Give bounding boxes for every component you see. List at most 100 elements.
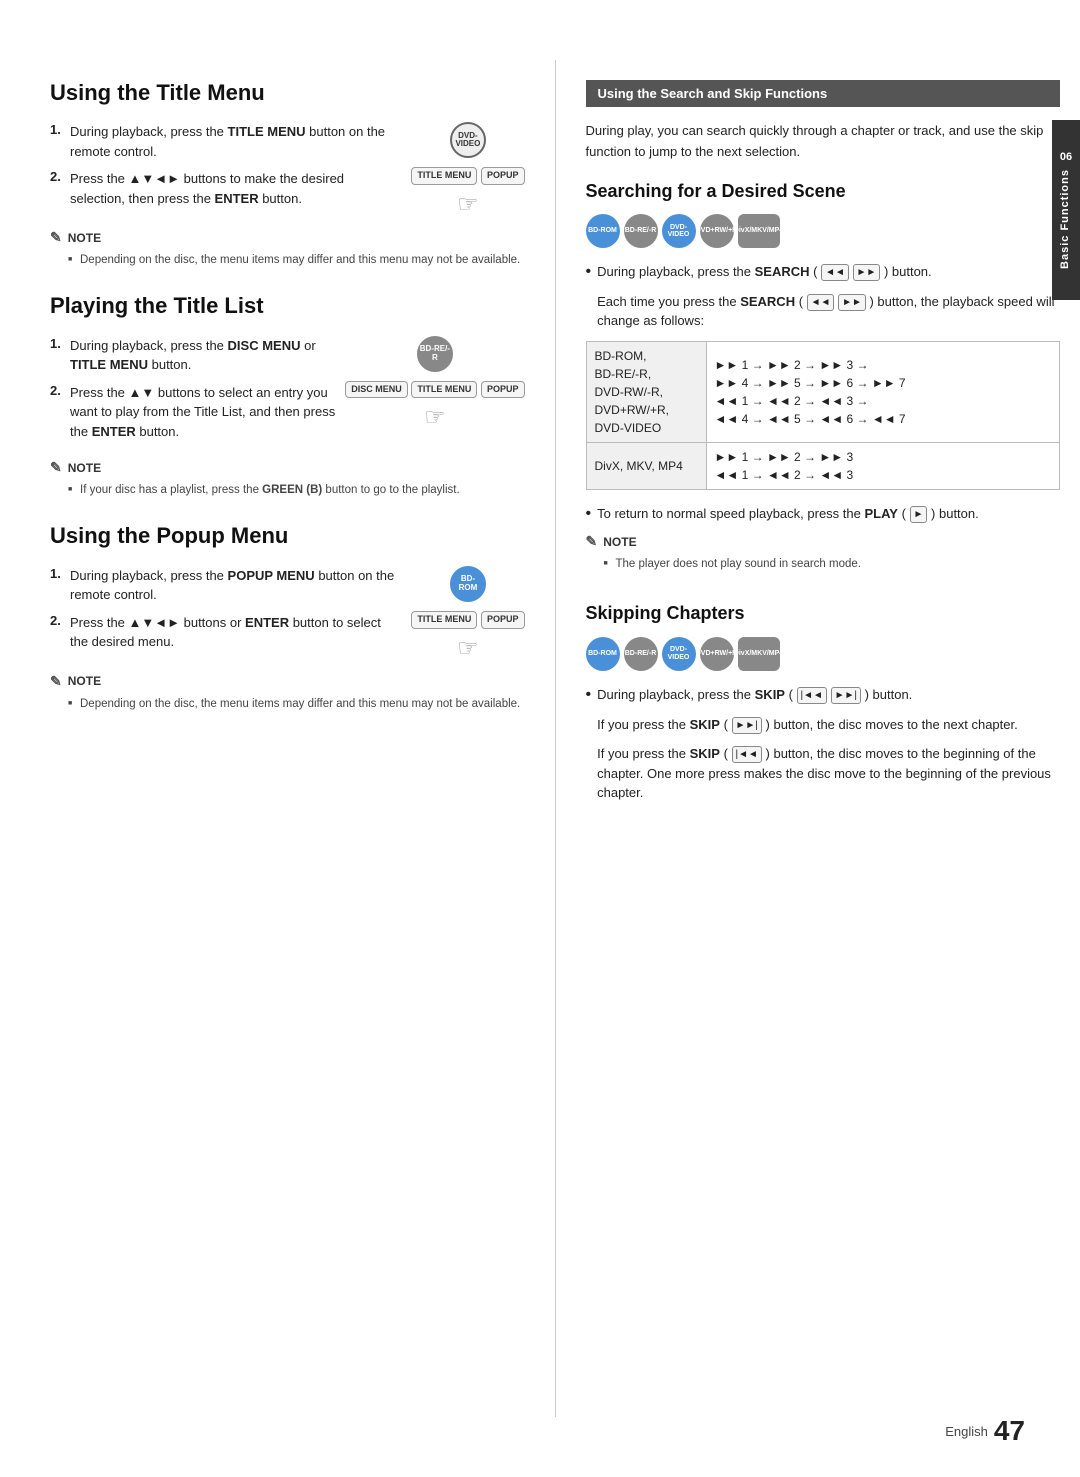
ffwd-btn2: ►► — [838, 294, 866, 311]
skip-back-btn2: |◄◄ — [732, 746, 762, 763]
title-list-steps: 1. During playback, press the DISC MENU … — [50, 336, 525, 450]
title-list-remote-img: BD-RE/-R DISC MENU TITLE MENU POPUP ☞ — [345, 336, 524, 450]
remote-hand-icon3: ☞ — [457, 634, 479, 663]
disc-label2: DivX, MKV, MP4 — [586, 442, 706, 489]
note-item3: Depending on the disc, the menu items ma… — [70, 696, 525, 713]
bd-rom-btn: BD-ROM — [450, 566, 486, 602]
title-menu-steps: 1. During playback, press the TITLE MENU… — [50, 122, 525, 219]
title-list-steps-text: 1. During playback, press the DISC MENU … — [50, 336, 335, 450]
popup-menu-note: ✎ NOTE Depending on the disc, the menu i… — [50, 673, 525, 713]
disc-menu-btn: DISC MENU — [345, 381, 408, 399]
search-bullet2: • Each time you press the SEARCH ( ◄◄ ►►… — [586, 292, 1061, 331]
note-title-text3: NOTE — [68, 674, 101, 688]
remote-hand-icon: ☞ — [457, 190, 479, 219]
title-list-note: ✎ NOTE If your disc has a playlist, pres… — [50, 459, 525, 499]
note-title-text: NOTE — [68, 231, 101, 245]
language-label: English — [945, 1424, 988, 1439]
note-list4: The player does not play sound in search… — [586, 556, 1061, 573]
note-item: Depending on the disc, the menu items ma… — [70, 252, 525, 269]
note-list2: If your disc has a playlist, press the G… — [50, 482, 525, 499]
skip-text2: If you press the SKIP ( ►►| ) button, th… — [597, 715, 1060, 735]
note-label2: ✎ NOTE — [50, 459, 525, 476]
title-menu-step1: 1. During playback, press the TITLE MENU… — [50, 122, 401, 161]
section-search: Searching for a Desired Scene BD-ROM BD-… — [586, 181, 1061, 574]
bd-re-r-btn: BD-RE/-R — [417, 336, 453, 372]
left-column: Using the Title Menu 1. During playback,… — [50, 60, 556, 1417]
ffwd-btn: ►► — [853, 264, 881, 281]
popup-menu-step1: 1. During playback, press the POPUP MENU… — [50, 566, 401, 605]
section-skip: Skipping Chapters BD-ROM BD-RE/-R DVD-VI… — [586, 603, 1061, 802]
right-column: Using the Search and Skip Functions Duri… — [556, 60, 1061, 1417]
skip-bullet2: • If you press the SKIP ( ►►| ) button, … — [586, 715, 1061, 735]
skip-back-btn: |◄◄ — [797, 687, 827, 704]
disc-dvdvideo: DVD-VIDEO — [662, 214, 696, 248]
step2-text: Press the ▲▼◄► buttons or ENTER button t… — [70, 613, 401, 652]
note-label4: ✎ NOTE — [586, 533, 1061, 550]
skip-text3: If you press the SKIP ( |◄◄ ) button, th… — [597, 744, 1060, 803]
chapter-tab: 06 Basic Functions — [1052, 120, 1080, 300]
step1-text: During playback, press the DISC MENU or … — [70, 336, 335, 375]
step1-num: 1. — [50, 122, 64, 161]
step1-num: 1. — [50, 566, 64, 605]
step2-num: 2. — [50, 169, 64, 208]
search-skip-header: Using the Search and Skip Functions — [586, 80, 1061, 107]
title-menu-btn2: TITLE MENU — [411, 381, 477, 399]
popup-menu-steps: 1. During playback, press the POPUP MENU… — [50, 566, 525, 663]
search-disc-icons: BD-ROM BD-RE/-R DVD-VIDEO DVD+RW/+R DivX… — [586, 214, 1061, 248]
table-row2: DivX, MKV, MP4 ►► 1 → ►► 2 → ►► 3 ◄◄ 1 →… — [586, 442, 1060, 489]
bullet-text1: During playback, press the SEARCH ( ◄◄ ►… — [597, 262, 1060, 282]
step2-text: Press the ▲▼ buttons to select an entry … — [70, 383, 335, 442]
popup-menu-step2: 2. Press the ▲▼◄► buttons or ENTER butto… — [50, 613, 401, 652]
skip-bullet1: • During playback, press the SKIP ( |◄◄ … — [586, 685, 1061, 705]
chapter-title: Basic Functions — [1059, 169, 1072, 269]
note-list: Depending on the disc, the menu items ma… — [50, 252, 525, 269]
skip-text1: During playback, press the SKIP ( |◄◄ ►►… — [597, 685, 1060, 705]
note-item2: If your disc has a playlist, press the G… — [70, 482, 525, 499]
remote-hand-icon2: ☞ — [424, 403, 446, 432]
disc-dvdvideo2: DVD-VIDEO — [662, 637, 696, 671]
note-label: ✎ NOTE — [50, 229, 525, 246]
step2-num: 2. — [50, 613, 64, 652]
popup-btn: POPUP — [481, 167, 525, 185]
step1-num: 1. — [50, 336, 64, 375]
popup-menu-steps-text: 1. During playback, press the POPUP MENU… — [50, 566, 401, 663]
section-title-list: Playing the Title List 1. During playbac… — [50, 293, 525, 499]
disc-dvdplus2: DVD+RW/+R — [700, 637, 734, 671]
title-menu-heading: Using the Title Menu — [50, 80, 525, 106]
rewind-btn: ◄◄ — [821, 264, 849, 281]
disc-bdre: BD-RE/-R — [624, 214, 658, 248]
step2-text: Press the ▲▼◄► buttons to make the desir… — [70, 169, 401, 208]
page-number: 47 — [994, 1415, 1025, 1447]
note-icon2: ✎ — [50, 459, 62, 476]
dvd-video-btn: DVD-VIDEO — [450, 122, 486, 158]
step1-text: During playback, press the TITLE MENU bu… — [70, 122, 401, 161]
section-popup-menu: Using the Popup Menu 1. During playback,… — [50, 523, 525, 712]
play-btn: ► — [910, 506, 928, 523]
search-skip-intro: During play, you can search quickly thro… — [586, 121, 1061, 163]
bullet-text3: To return to normal speed playback, pres… — [597, 504, 1060, 524]
disc-divx2: DivX/MKV/MP4 — [738, 637, 780, 671]
title-list-heading: Playing the Title List — [50, 293, 525, 319]
step1-text: During playback, press the POPUP MENU bu… — [70, 566, 401, 605]
disc-label1: BD-ROM,BD-RE/-R,DVD-RW/-R,DVD+RW/+R,DVD-… — [586, 341, 706, 442]
disc-divx: DivX/MKV/MP4 — [738, 214, 780, 248]
skip-fwd-btn: ►►| — [831, 687, 861, 704]
title-menu-steps-text: 1. During playback, press the TITLE MENU… — [50, 122, 401, 219]
note-item4: The player does not play sound in search… — [606, 556, 1061, 573]
note-icon4: ✎ — [586, 533, 598, 550]
title-menu-remote-img: DVD-VIDEO TITLE MENU POPUP ☞ — [411, 122, 524, 219]
title-menu-step2: 2. Press the ▲▼◄► buttons to make the de… — [50, 169, 401, 208]
note-icon: ✎ — [50, 229, 62, 246]
skip-bullet3: • If you press the SKIP ( |◄◄ ) button, … — [586, 744, 1061, 803]
note-icon3: ✎ — [50, 673, 62, 690]
section-title-menu: Using the Title Menu 1. During playback,… — [50, 80, 525, 269]
search-note: ✎ NOTE The player does not play sound in… — [586, 533, 1061, 573]
disc-dvdplus: DVD+RW/+R — [700, 214, 734, 248]
speeds2: ►► 1 → ►► 2 → ►► 3 ◄◄ 1 → ◄◄ 2 → ◄◄ 3 — [706, 442, 1060, 489]
title-menu-btn3: TITLE MENU — [411, 611, 477, 629]
table-row: BD-ROM,BD-RE/-R,DVD-RW/-R,DVD+RW/+R,DVD-… — [586, 341, 1060, 442]
skip-dot1: • — [586, 685, 592, 705]
skip-heading: Skipping Chapters — [586, 603, 1061, 625]
step2-num: 2. — [50, 383, 64, 442]
bullet-dot1: • — [586, 262, 592, 282]
